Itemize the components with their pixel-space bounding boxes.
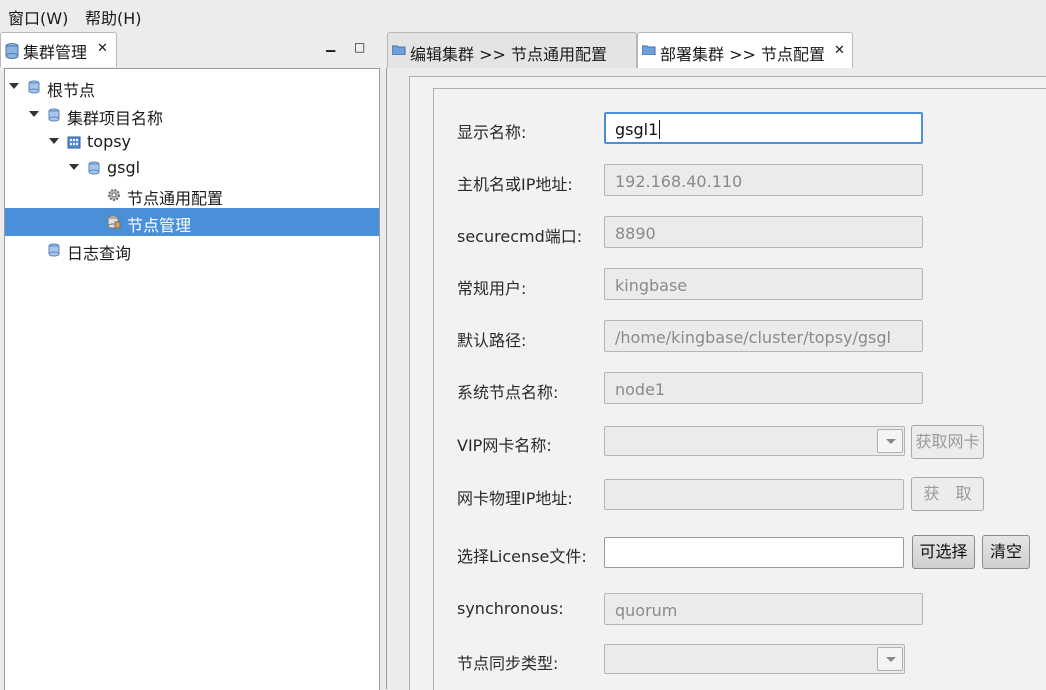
- dropdown-button[interactable]: [877, 429, 903, 453]
- user-label: 常规用户:: [457, 279, 527, 298]
- port-label: securecmd端口:: [457, 227, 583, 246]
- close-icon[interactable]: ✕: [834, 43, 845, 58]
- cluster-db-icon: [5, 43, 19, 59]
- tree-item-log-query[interactable]: 日志查询: [5, 236, 379, 264]
- view-tab-cluster-management[interactable]: 集群管理 ✕: [0, 32, 117, 67]
- sync-type-label: 节点同步类型:: [457, 654, 559, 673]
- tree-item-label: 集群项目名称: [67, 109, 164, 128]
- menu-window[interactable]: 窗口(W): [8, 5, 68, 29]
- tree-item-root[interactable]: 根节点: [5, 73, 379, 101]
- tree-item-topsy[interactable]: topsy: [5, 128, 379, 156]
- menu-help[interactable]: 帮助(H): [85, 5, 142, 29]
- cluster-db-icon: [48, 108, 60, 122]
- sysnode-label: 系统节点名称:: [457, 383, 559, 402]
- display-name-input[interactable]: gsgl1: [604, 112, 923, 144]
- cluster-db-icon: [88, 161, 100, 175]
- tree-item-node-management[interactable]: 节点管理: [5, 208, 379, 236]
- tree-item-label: 节点通用配置: [127, 189, 224, 208]
- sync-label: synchronous:: [457, 599, 564, 618]
- tab-label: 编辑集群 >> 节点通用配置: [410, 45, 607, 64]
- gear-icon: [108, 189, 120, 201]
- phys-ip-label: 网卡物理IP地址:: [457, 489, 573, 508]
- expand-icon[interactable]: [49, 138, 59, 144]
- maximize-icon[interactable]: □: [354, 40, 365, 54]
- minimize-icon[interactable]: ▁: [326, 38, 335, 52]
- tree-item-label: gsgl: [107, 158, 141, 177]
- tab-label: 部署集群 >> 节点配置: [660, 45, 825, 64]
- tree-item-node-common-config[interactable]: 节点通用配置: [5, 181, 379, 209]
- folder-icon: [392, 45, 406, 55]
- chevron-down-icon: [886, 657, 896, 662]
- tree-item-project[interactable]: 集群项目名称: [5, 101, 379, 129]
- license-label: 选择License文件:: [457, 547, 587, 566]
- sysnode-input[interactable]: node1: [604, 372, 923, 404]
- choose-file-button[interactable]: 可选择: [912, 535, 975, 569]
- get-button[interactable]: 获 取: [911, 477, 984, 511]
- tree-view: 根节点 集群项目名称 topsy gsgl 节点通用配置 节点管理 日志查询: [4, 68, 380, 690]
- tree-item-gsgl[interactable]: gsgl: [5, 154, 379, 182]
- host-label: 主机名或IP地址:: [457, 175, 573, 194]
- expand-icon[interactable]: [29, 111, 39, 117]
- vip-select[interactable]: [604, 426, 905, 456]
- tree-item-label: 根节点: [47, 81, 96, 100]
- view-tab-label: 集群管理: [23, 43, 88, 62]
- menu-bar: 窗口(W) 帮助(H): [0, 0, 1046, 30]
- dropdown-button[interactable]: [877, 647, 903, 671]
- get-nic-button[interactable]: 获取网卡: [911, 425, 984, 459]
- display-name-label: 显示名称:: [457, 123, 527, 142]
- user-input[interactable]: kingbase: [604, 268, 923, 300]
- phys-ip-input[interactable]: [604, 479, 904, 510]
- license-input[interactable]: [604, 537, 904, 568]
- vip-label: VIP网卡名称:: [457, 436, 552, 455]
- tab-edit-cluster-common-config[interactable]: 编辑集群 >> 节点通用配置: [387, 32, 637, 69]
- expand-icon[interactable]: [9, 83, 19, 89]
- tree-item-label: 节点管理: [127, 216, 192, 235]
- path-input[interactable]: /home/kingbase/cluster/topsy/gsgl: [604, 320, 923, 352]
- tree-item-label: 日志查询: [67, 244, 132, 263]
- close-icon[interactable]: ✕: [97, 41, 108, 56]
- expand-icon[interactable]: [69, 164, 79, 170]
- cluster-db-icon: [28, 80, 40, 94]
- host-input[interactable]: 192.168.40.110: [604, 164, 923, 196]
- folder-icon: [642, 45, 656, 55]
- path-label: 默认路径:: [457, 331, 527, 350]
- sync-input[interactable]: quorum: [604, 593, 923, 625]
- sync-type-select[interactable]: [604, 644, 905, 674]
- tab-deploy-cluster-node-config[interactable]: 部署集群 >> 节点配置 ✕: [637, 32, 853, 69]
- port-input[interactable]: 8890: [604, 216, 923, 248]
- cluster-db-icon: [48, 243, 60, 257]
- node-db-icon: [107, 215, 121, 229]
- clear-button[interactable]: 清空: [982, 535, 1030, 569]
- chevron-down-icon: [886, 439, 896, 444]
- building-icon: [67, 136, 81, 149]
- tree-item-label: topsy: [87, 132, 132, 151]
